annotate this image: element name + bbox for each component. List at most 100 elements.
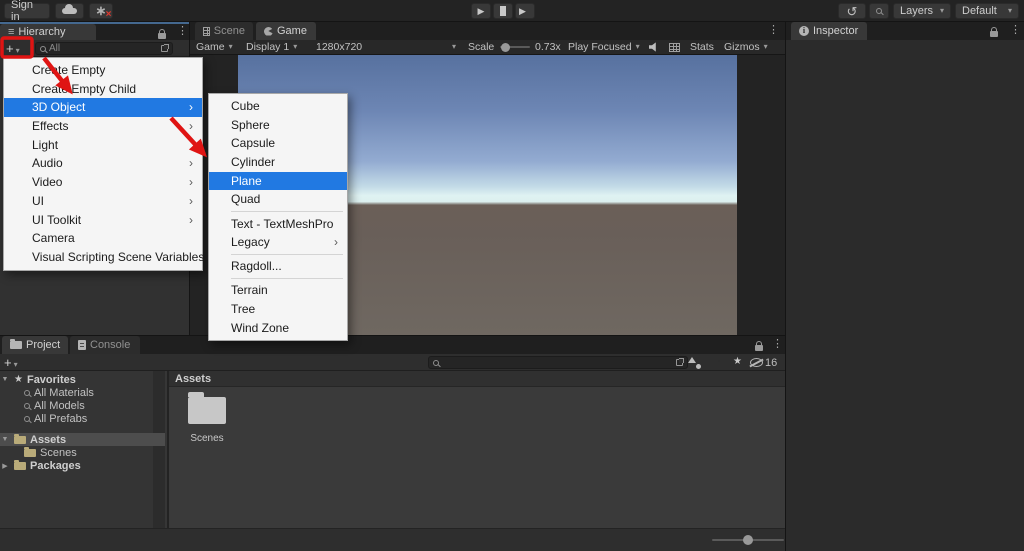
search-options-icon[interactable] [676, 358, 684, 366]
folder-icon [10, 339, 22, 349]
tree-item-favorites[interactable]: ▼ ★ Favorites [0, 373, 165, 386]
menu-item-ui-toolkit[interactable]: UI Toolkit › [4, 211, 202, 230]
scale-label: Scale [468, 41, 495, 53]
menu-item-video[interactable]: Video › [4, 173, 202, 192]
game-target-dropdown[interactable]: Game ▾ [196, 40, 233, 54]
layout-dropdown[interactable]: Default ▾ [955, 3, 1019, 19]
project-search-field [428, 356, 688, 369]
menu-item-create-empty[interactable]: Create Empty [4, 61, 202, 80]
menu-item-create-empty-child[interactable]: Create Empty Child [4, 80, 202, 99]
tab-hierarchy[interactable]: ≡ Hierarchy [0, 24, 96, 40]
sign-in-label: Sign in [11, 0, 34, 23]
menu-item-terrain[interactable]: Terrain [209, 281, 347, 300]
tree-item-all-prefabs[interactable]: All Prefabs [0, 412, 165, 425]
menu-item-capsule[interactable]: Capsule [209, 134, 347, 153]
tree-item-packages[interactable]: ▶ Packages [0, 459, 165, 472]
thumbnail-size-slider[interactable] [712, 535, 784, 545]
chevron-down-icon: ▾ [939, 6, 944, 15]
tree-item-all-materials[interactable]: All Materials [0, 386, 165, 399]
menu-item-quad[interactable]: Quad [209, 190, 347, 209]
display-dropdown[interactable]: Display 1 ▾ [246, 40, 297, 54]
create-asset-button[interactable]: + ▾ [4, 355, 18, 370]
mute-audio-button[interactable] [649, 40, 659, 54]
hidden-packages-count: 16 [765, 357, 778, 369]
project-search-input[interactable] [442, 357, 673, 368]
asset-item-scenes[interactable]: Scenes [179, 392, 235, 444]
hierarchy-search-field [35, 42, 173, 55]
menu-separator [231, 254, 343, 256]
menu-item-legacy[interactable]: Legacy › [209, 233, 347, 252]
lock-icon[interactable] [755, 341, 763, 351]
resolution-dropdown[interactable]: 1280x720 ▾ [316, 40, 456, 54]
star-icon: ★ [14, 373, 23, 385]
menu-item-plane[interactable]: Plane [209, 171, 347, 191]
menu-item-cube[interactable]: Cube [209, 97, 347, 116]
tab-console[interactable]: Console [70, 336, 140, 354]
collapse-arrow-icon[interactable]: ▶ [0, 462, 10, 470]
menu-item-camera[interactable]: Camera [4, 229, 202, 248]
scale-slider-handle[interactable] [501, 42, 510, 52]
scene-game-tabstrip: Scene Game ⋮ [190, 22, 785, 40]
menu-item-text-textmeshpro[interactable]: Text - TextMeshPro [209, 215, 347, 234]
tree-item-all-models[interactable]: All Models [0, 399, 165, 412]
thumbnail-size-slider-handle[interactable] [743, 535, 753, 545]
kebab-menu-icon[interactable]: ⋮ [772, 339, 783, 350]
play-button[interactable]: ▶ [471, 3, 491, 19]
gizmos-dropdown[interactable]: Gizmos ▾ [724, 40, 768, 54]
step-button[interactable]: ▶ [515, 3, 535, 19]
3d-object-submenu: Cube Sphere Capsule Cylinder Plane Quad … [208, 93, 348, 342]
tab-project[interactable]: Project [2, 336, 68, 354]
lock-icon[interactable] [990, 27, 998, 37]
expand-arrow-icon[interactable]: ▼ [0, 376, 10, 383]
menu-item-audio[interactable]: Audio › [4, 154, 202, 173]
kebab-menu-icon[interactable]: ⋮ [1010, 25, 1021, 36]
submenu-chevron-icon: › [189, 100, 193, 115]
chevron-down-icon: ▾ [1007, 6, 1012, 15]
folder-icon [14, 459, 26, 470]
kebab-menu-icon[interactable]: ⋮ [768, 25, 779, 36]
undo-history-button[interactable]: ↺ [838, 3, 866, 19]
pause-icon [500, 6, 506, 16]
collab-status-button[interactable]: ∗ × [89, 3, 113, 20]
menu-item-ui[interactable]: UI › [4, 192, 202, 211]
expand-arrow-icon[interactable]: ▼ [0, 436, 10, 443]
menu-item-effects[interactable]: Effects › [4, 117, 202, 136]
menu-item-tree[interactable]: Tree [209, 300, 347, 319]
project-panel: Project Console ⋮ + ▾ ★ 16 ▼ ★ Favorites… [0, 335, 785, 551]
search-icon [40, 45, 46, 52]
play-focused-dropdown[interactable]: Play Focused ▾ [568, 40, 640, 54]
tab-inspector[interactable]: i Inspector [791, 22, 867, 40]
menu-item-light[interactable]: Light [4, 136, 202, 155]
hidden-packages-icon[interactable] [750, 358, 763, 367]
scale-slider[interactable] [500, 40, 530, 54]
kebab-menu-icon[interactable]: ⋮ [177, 26, 188, 37]
menu-item-wind-zone[interactable]: Wind Zone [209, 319, 347, 338]
sign-in-button[interactable]: Sign in [4, 0, 50, 23]
lock-icon[interactable] [158, 29, 166, 39]
menu-item-cylinder[interactable]: Cylinder [209, 153, 347, 172]
search-icon [24, 415, 30, 422]
assets-breadcrumb: Assets [169, 371, 785, 387]
layers-dropdown[interactable]: Layers ▾ [893, 3, 951, 19]
pause-button[interactable] [493, 3, 513, 19]
disconnected-x-icon: × [105, 9, 112, 20]
menu-item-ragdoll[interactable]: Ragdoll... [209, 257, 347, 276]
tree-item-assets[interactable]: ▼ Assets [0, 433, 165, 446]
project-content-area: Assets Scenes [167, 371, 785, 528]
vsync-grid-button[interactable] [669, 40, 680, 54]
search-options-icon[interactable] [161, 44, 169, 52]
tab-scene[interactable]: Scene [195, 22, 253, 40]
tab-game[interactable]: Game [256, 22, 316, 40]
create-object-button[interactable]: + ▾ [6, 41, 20, 56]
cloud-services-button[interactable] [55, 3, 84, 19]
hierarchy-search-input[interactable] [49, 43, 158, 54]
menu-item-sphere[interactable]: Sphere [209, 116, 347, 135]
menu-item-visual-scripting-scene-variables[interactable]: Visual Scripting Scene Variables [4, 248, 204, 267]
folder-icon [14, 433, 26, 444]
stats-toggle[interactable]: Stats [690, 40, 714, 54]
favorites-filter-icon[interactable]: ★ [733, 357, 742, 367]
global-search-button[interactable] [869, 3, 889, 19]
menu-item-3d-object[interactable]: 3D Object › [4, 98, 202, 118]
game-toolbar: Game ▾ Display 1 ▾ 1280x720 ▾ Scale 0.73x P… [190, 40, 785, 55]
tree-item-scenes[interactable]: Scenes [0, 446, 165, 459]
